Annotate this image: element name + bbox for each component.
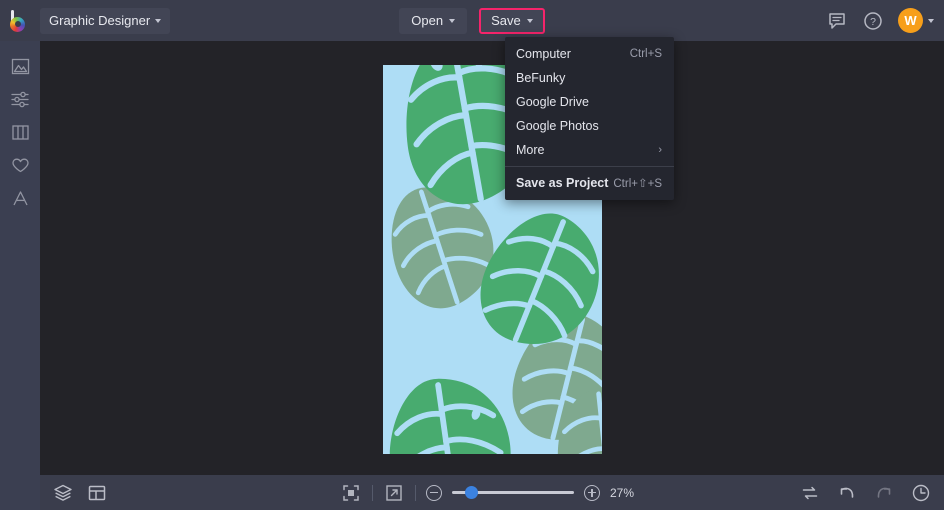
app-logo-button[interactable] <box>0 0 40 41</box>
menu-item-label: Save as Project <box>516 176 613 190</box>
open-menu-button[interactable]: Open <box>399 8 467 34</box>
menu-item-shortcut: Ctrl+⇧+S <box>613 176 662 190</box>
sidebar-item-text[interactable] <box>0 184 40 217</box>
zoom-slider-handle[interactable] <box>465 486 478 499</box>
chevron-down-icon <box>449 19 455 23</box>
sidebar-item-templates[interactable] <box>0 118 40 151</box>
layout-grid-icon[interactable] <box>86 482 108 504</box>
image-icon <box>10 56 31 82</box>
menu-item-label: Computer <box>516 47 630 61</box>
menu-item-label: Google Drive <box>516 95 662 109</box>
save-menu-label: Save <box>491 13 521 28</box>
befunky-graphic-designer-app: Graphic Designer Open Save <box>0 0 944 510</box>
chevron-right-icon: › <box>658 145 662 156</box>
bottom-right-tools <box>799 482 932 504</box>
save-menu-item-computer[interactable]: ComputerCtrl+S <box>505 42 674 66</box>
clock-history-icon[interactable] <box>910 482 932 504</box>
svg-text:?: ? <box>870 16 876 28</box>
befunky-logo-icon <box>9 10 31 32</box>
sidebar-item-edit[interactable] <box>0 85 40 118</box>
bottom-left-tools <box>40 482 108 504</box>
menu-separator <box>505 166 674 167</box>
top-header-bar: Graphic Designer Open Save <box>0 0 944 41</box>
zoom-level-value: 27% <box>610 486 644 500</box>
swap-arrows-icon[interactable] <box>799 482 821 504</box>
header-right-actions: ? W <box>826 8 934 33</box>
sidebar-item-image[interactable] <box>0 52 40 85</box>
sidebar-item-favorites[interactable] <box>0 151 40 184</box>
chevron-down-icon <box>527 19 533 23</box>
menu-item-label: Google Photos <box>516 119 662 133</box>
expand-diagonal-icon[interactable] <box>383 482 405 504</box>
undo-arrow-icon[interactable] <box>836 482 858 504</box>
zoom-out-button[interactable] <box>426 485 442 501</box>
save-dropdown-menu: ComputerCtrl+S BeFunky Google Drive Google … <box>505 37 674 200</box>
redo-arrow-icon[interactable] <box>873 482 895 504</box>
save-menu-item-befunky[interactable]: BeFunky <box>505 66 674 90</box>
project-type-selector[interactable]: Graphic Designer <box>40 8 170 34</box>
save-menu-item-save-as-project[interactable]: Save as ProjectCtrl+⇧+S <box>505 171 674 195</box>
menu-item-label: More <box>516 143 658 157</box>
columns-icon <box>10 122 31 148</box>
heart-icon <box>10 155 31 181</box>
save-menu-item-more[interactable]: More› <box>505 138 674 162</box>
project-type-label: Graphic Designer <box>49 13 150 28</box>
layers-icon[interactable] <box>52 482 74 504</box>
bottom-toolbar: 27% <box>40 475 944 510</box>
save-menu-item-google-photos[interactable]: Google Photos <box>505 114 674 138</box>
text-a-icon <box>10 188 31 214</box>
question-mark-circle-icon[interactable]: ? <box>862 10 884 32</box>
divider <box>372 485 373 501</box>
menu-item-label: BeFunky <box>516 71 662 85</box>
user-account-menu[interactable]: W <box>898 8 934 33</box>
save-menu-item-google-drive[interactable]: Google Drive <box>505 90 674 114</box>
open-menu-label: Open <box>411 13 443 28</box>
divider <box>415 485 416 501</box>
menu-item-shortcut: Ctrl+S <box>630 48 662 60</box>
sliders-icon <box>10 89 31 115</box>
chevron-down-icon <box>928 19 934 23</box>
speech-bubble-icon[interactable] <box>826 10 848 32</box>
chevron-down-icon <box>155 19 161 23</box>
editor-workspace <box>40 41 944 475</box>
fit-to-screen-icon[interactable] <box>340 482 362 504</box>
zoom-slider[interactable] <box>452 486 574 500</box>
zoom-in-button[interactable] <box>584 485 600 501</box>
avatar: W <box>898 8 923 33</box>
save-menu-button[interactable]: Save <box>479 8 545 34</box>
left-tool-sidebar <box>0 41 40 510</box>
